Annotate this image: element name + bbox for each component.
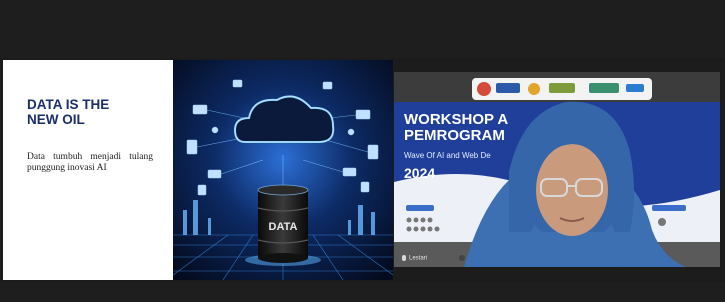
banner-title-line2: PEMROGRAM [404, 127, 505, 144]
banner-year: 2024 [404, 165, 435, 181]
participant-name-tag: Lestari [402, 255, 427, 262]
call-bottom-bar [0, 282, 725, 302]
sponsor-logo-strip [472, 78, 652, 100]
slide-body-text: Data tumbuh menjadi tulang punggung inov… [27, 152, 153, 173]
banner-subtitle: Wave Of AI and Web De [404, 151, 491, 160]
participant-name: Lestari [409, 256, 428, 262]
call-top-bar [0, 0, 725, 58]
data-barrel-illustration: DATA [173, 60, 393, 280]
slide-title: DATA IS THE NEW OIL [27, 97, 110, 127]
shared-slide: DATA IS THE NEW OIL Data tumbuh menjadi … [3, 60, 393, 280]
webcam-frame: WORKSHOP A PEMROGRAM Wave Of AI and Web … [394, 72, 720, 267]
participant-video[interactable]: WORKSHOP A PEMROGRAM Wave Of AI and Web … [394, 72, 720, 267]
barrel-label: DATA [269, 221, 298, 233]
microphone-icon [402, 255, 406, 262]
banner-title-line1: WORKSHOP A [404, 111, 508, 128]
